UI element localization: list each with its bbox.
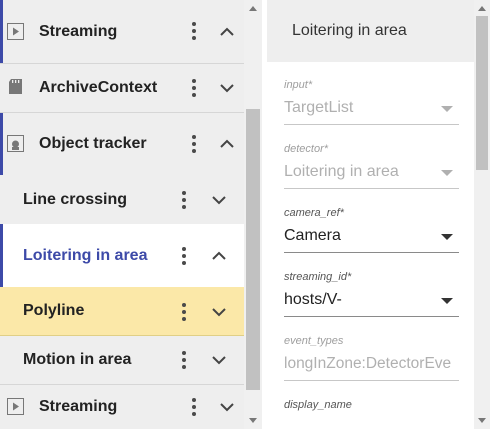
tree-item-label: Object tracker — [39, 135, 147, 152]
more-options-icon[interactable] — [181, 303, 187, 321]
tree-item-label: Loitering in area — [23, 246, 148, 264]
more-options-icon[interactable] — [191, 22, 197, 40]
streaming-id-field[interactable]: streaming_id* hosts/V- — [284, 271, 459, 319]
event-types-field[interactable]: event_types longInZone:DetectorEve — [284, 335, 459, 383]
detail-panel: Loitering in area input* TargetList dete… — [267, 0, 490, 429]
chevron-down-icon[interactable] — [211, 192, 227, 208]
tree-item-label: Motion in area — [23, 351, 132, 368]
tree-item-streaming[interactable]: Streaming — [0, 0, 244, 63]
field-value: Loitering in area — [284, 163, 399, 180]
tree-item-label: Streaming — [39, 398, 118, 415]
more-options-icon[interactable] — [191, 79, 197, 97]
scroll-up-arrow-icon[interactable] — [478, 6, 486, 11]
tree-item-loitering-in-area[interactable]: Loitering in area — [0, 224, 244, 287]
field-label: camera_ref* — [284, 207, 344, 219]
field-underline — [284, 316, 459, 317]
tree-item-line-crossing[interactable]: Line crossing — [0, 175, 244, 224]
chevron-up-icon[interactable] — [219, 24, 235, 40]
more-options-icon[interactable] — [181, 247, 187, 265]
active-indicator — [0, 0, 3, 63]
tree-item-motion-in-area[interactable]: Motion in area — [0, 336, 244, 384]
field-label: event_types — [284, 335, 344, 347]
chevron-down-icon[interactable] — [219, 80, 235, 96]
tree-item-polyline[interactable]: Polyline — [0, 287, 244, 336]
field-label: input* — [284, 79, 313, 91]
field-underline — [284, 124, 459, 125]
chevron-down-icon[interactable] — [211, 352, 227, 368]
dropdown-arrow-icon[interactable] — [441, 106, 453, 112]
field-label: display_name — [284, 399, 352, 411]
stream-icon — [7, 23, 24, 40]
sd-card-icon — [9, 79, 22, 94]
camera-ref-field[interactable]: camera_ref* Camera — [284, 207, 459, 255]
field-value: hosts/V- — [284, 291, 342, 308]
field-underline — [284, 188, 459, 189]
scrollbar-thumb[interactable] — [476, 16, 488, 170]
scroll-up-arrow-icon[interactable] — [249, 6, 257, 11]
more-options-icon[interactable] — [191, 398, 197, 416]
tree-panel: Streaming ArchiveContext Object tracker … — [0, 0, 262, 429]
tree-item-label: Streaming — [39, 22, 118, 40]
tree-item-label: Polyline — [23, 302, 85, 319]
detail-title: Loitering in area — [292, 22, 407, 39]
detector-field[interactable]: detector* Loitering in area — [284, 143, 459, 191]
chevron-up-icon[interactable] — [219, 136, 235, 152]
tracker-icon — [7, 135, 24, 152]
active-indicator — [0, 113, 3, 175]
tree-item-object-tracker[interactable]: Object tracker — [0, 113, 244, 175]
chevron-down-icon[interactable] — [211, 304, 227, 320]
chevron-down-icon[interactable] — [219, 399, 235, 415]
dropdown-arrow-icon[interactable] — [441, 298, 453, 304]
field-value: Camera — [284, 227, 341, 244]
field-value: TargetList — [284, 99, 354, 116]
tree-item-streaming-2[interactable]: Streaming — [0, 385, 244, 429]
tree-scrollbar[interactable] — [244, 0, 262, 429]
field-underline — [284, 380, 459, 381]
chevron-up-icon[interactable] — [211, 248, 227, 264]
field-label: streaming_id* — [284, 271, 352, 283]
more-options-icon[interactable] — [181, 351, 187, 369]
display-name-field[interactable]: display_name — [284, 399, 459, 429]
tree-item-label: ArchiveContext — [39, 79, 158, 96]
scroll-down-arrow-icon[interactable] — [478, 418, 486, 423]
detail-form: input* TargetList detector* Loitering in… — [267, 62, 474, 429]
tree-item-label: Line crossing — [23, 190, 128, 208]
scroll-down-arrow-icon[interactable] — [249, 418, 257, 423]
stream-icon — [7, 398, 24, 415]
active-indicator — [0, 224, 3, 287]
field-underline — [284, 252, 459, 253]
dropdown-arrow-icon[interactable] — [441, 234, 453, 240]
more-options-icon[interactable] — [181, 191, 187, 209]
field-value: longInZone:DetectorEve — [284, 355, 452, 372]
dropdown-arrow-icon[interactable] — [441, 170, 453, 176]
tree-item-archivecontext[interactable]: ArchiveContext — [0, 64, 244, 112]
more-options-icon[interactable] — [191, 135, 197, 153]
detail-scrollbar[interactable] — [474, 0, 490, 429]
detail-header: Loitering in area — [267, 0, 474, 62]
field-label: detector* — [284, 143, 329, 155]
input-field[interactable]: input* TargetList — [284, 79, 459, 127]
scrollbar-thumb[interactable] — [246, 109, 260, 390]
